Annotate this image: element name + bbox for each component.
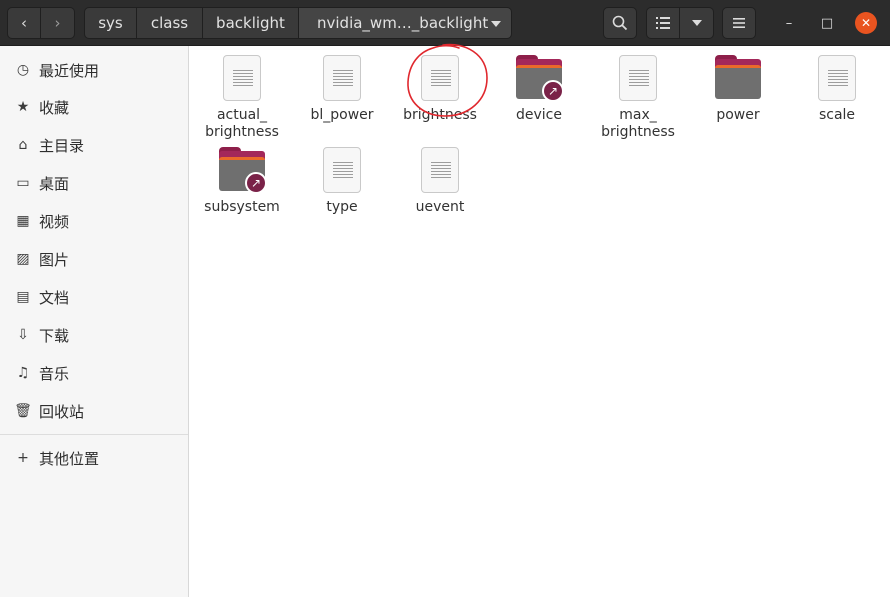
file-type[interactable]: type xyxy=(292,147,392,216)
text-file-icon xyxy=(323,147,361,193)
list-view-icon xyxy=(656,17,670,29)
sidebar-divider xyxy=(0,434,188,435)
breadcrumb-class[interactable]: class xyxy=(137,7,203,39)
file-label: brightness xyxy=(403,107,477,123)
film-icon: ▦ xyxy=(16,213,30,229)
sidebar-item-label: 主目录 xyxy=(39,136,85,155)
file-label: type xyxy=(326,199,358,215)
file-uevent[interactable]: uevent xyxy=(390,147,490,216)
sidebar-item-other-locations[interactable]: + 其他位置 xyxy=(0,440,188,476)
sidebar-item-documents[interactable]: ▤ 文档 xyxy=(0,279,188,315)
sidebar-item-label: 回收站 xyxy=(39,402,85,421)
symlink-arrow-icon: ↗ xyxy=(245,172,267,194)
symlink-arrow-icon: ↗ xyxy=(542,80,564,102)
text-file-icon xyxy=(619,55,657,101)
chevron-down-icon[interactable] xyxy=(491,21,501,27)
desktop-icon: ▭ xyxy=(16,175,30,191)
sidebar-item-starred[interactable]: ★ 收藏 xyxy=(0,89,188,125)
header-bar: ‹ › sys class backlight nvidia_wm…_backl… xyxy=(0,0,890,46)
search-button[interactable] xyxy=(603,7,637,39)
menu-button[interactable] xyxy=(722,7,756,39)
plus-icon: + xyxy=(17,450,29,466)
folder-icon xyxy=(715,55,761,99)
sidebar-item-label: 桌面 xyxy=(39,174,70,193)
file-bl-power[interactable]: bl_power xyxy=(292,55,392,124)
download-icon: ⇩ xyxy=(17,327,29,343)
sidebar-item-music[interactable]: ♫ 音乐 xyxy=(0,355,188,391)
sidebar-item-recent[interactable]: ◷ 最近使用 xyxy=(0,52,188,88)
text-file-icon xyxy=(323,55,361,101)
sidebar-item-label: 其他位置 xyxy=(39,449,100,468)
file-label: power xyxy=(716,107,760,123)
home-icon: ⌂ xyxy=(18,137,28,153)
file-max-brightness[interactable]: max_ brightness xyxy=(588,55,688,141)
sidebar-item-label: 收藏 xyxy=(39,98,70,117)
sidebar-item-label: 下载 xyxy=(39,326,70,345)
file-label: max_ brightness xyxy=(601,107,675,140)
folder-link-icon: ↗ xyxy=(516,55,564,102)
sidebar-item-label: 文档 xyxy=(39,288,70,307)
text-file-icon xyxy=(223,55,261,101)
chevron-left-icon: ‹ xyxy=(21,14,27,32)
breadcrumb-current[interactable]: nvidia_wm…_backlight xyxy=(299,7,512,39)
sidebar-item-trash[interactable]: 🗑 回收站 xyxy=(0,393,188,429)
chevron-down-icon xyxy=(691,20,702,26)
folder-subsystem[interactable]: ↗ subsystem xyxy=(192,147,292,216)
file-brightness[interactable]: brightness xyxy=(390,55,490,124)
breadcrumb: sys class backlight nvidia_wm…_backlight xyxy=(84,7,512,39)
sidebar-item-label: 图片 xyxy=(39,250,70,269)
star-icon: ★ xyxy=(16,99,30,115)
music-icon: ♫ xyxy=(16,365,30,381)
trash-icon: 🗑 xyxy=(14,403,32,419)
folder-device[interactable]: ↗ device xyxy=(489,55,589,124)
file-label: device xyxy=(516,107,562,123)
file-label: uevent xyxy=(415,199,465,215)
file-grid: actual_ brightness bl_power brightness ↗ … xyxy=(190,46,890,597)
minimize-icon: – xyxy=(785,15,793,31)
close-button[interactable]: ✕ xyxy=(855,12,877,34)
clock-icon: ◷ xyxy=(16,62,30,78)
file-label: subsystem xyxy=(204,199,280,215)
file-label: scale xyxy=(818,107,856,123)
file-label: actual_ brightness xyxy=(205,107,279,140)
sidebar-item-label: 音乐 xyxy=(39,364,70,383)
sidebar-item-label: 视频 xyxy=(39,212,70,231)
text-file-icon xyxy=(421,147,459,193)
maximize-button[interactable]: □ xyxy=(816,12,838,34)
hamburger-icon xyxy=(733,18,745,28)
document-icon: ▤ xyxy=(16,289,30,305)
sidebar-item-label: 最近使用 xyxy=(39,61,100,80)
sidebar-item-home[interactable]: ⌂ 主目录 xyxy=(0,127,188,163)
search-icon xyxy=(612,15,628,31)
file-actual-brightness[interactable]: actual_ brightness xyxy=(192,55,292,141)
breadcrumb-current-label: nvidia_wm…_backlight xyxy=(317,14,489,32)
text-file-icon xyxy=(818,55,856,101)
sidebar-item-desktop[interactable]: ▭ 桌面 xyxy=(0,165,188,201)
list-view-button[interactable] xyxy=(646,7,680,39)
minimize-button[interactable]: – xyxy=(778,12,800,34)
back-button[interactable]: ‹ xyxy=(7,7,41,39)
view-options-button[interactable] xyxy=(680,7,714,39)
sidebar-item-downloads[interactable]: ⇩ 下载 xyxy=(0,317,188,353)
sidebar: ◷ 最近使用 ★ 收藏 ⌂ 主目录 ▭ 桌面 ▦ 视频 ▨ 图片 ▤ 文档 ⇩ … xyxy=(0,46,189,597)
forward-button[interactable]: › xyxy=(41,7,75,39)
sidebar-item-pictures[interactable]: ▨ 图片 xyxy=(0,241,188,277)
sidebar-item-videos[interactable]: ▦ 视频 xyxy=(0,203,188,239)
text-file-icon xyxy=(421,55,459,101)
file-label: bl_power xyxy=(310,107,374,123)
file-scale[interactable]: scale xyxy=(787,55,887,124)
breadcrumb-backlight[interactable]: backlight xyxy=(203,7,299,39)
folder-power[interactable]: power xyxy=(688,55,788,124)
image-icon: ▨ xyxy=(16,251,30,267)
folder-link-icon: ↗ xyxy=(219,147,267,194)
breadcrumb-sys[interactable]: sys xyxy=(84,7,137,39)
maximize-icon: □ xyxy=(820,15,834,31)
close-icon: ✕ xyxy=(860,16,872,30)
chevron-right-icon: › xyxy=(54,14,61,32)
